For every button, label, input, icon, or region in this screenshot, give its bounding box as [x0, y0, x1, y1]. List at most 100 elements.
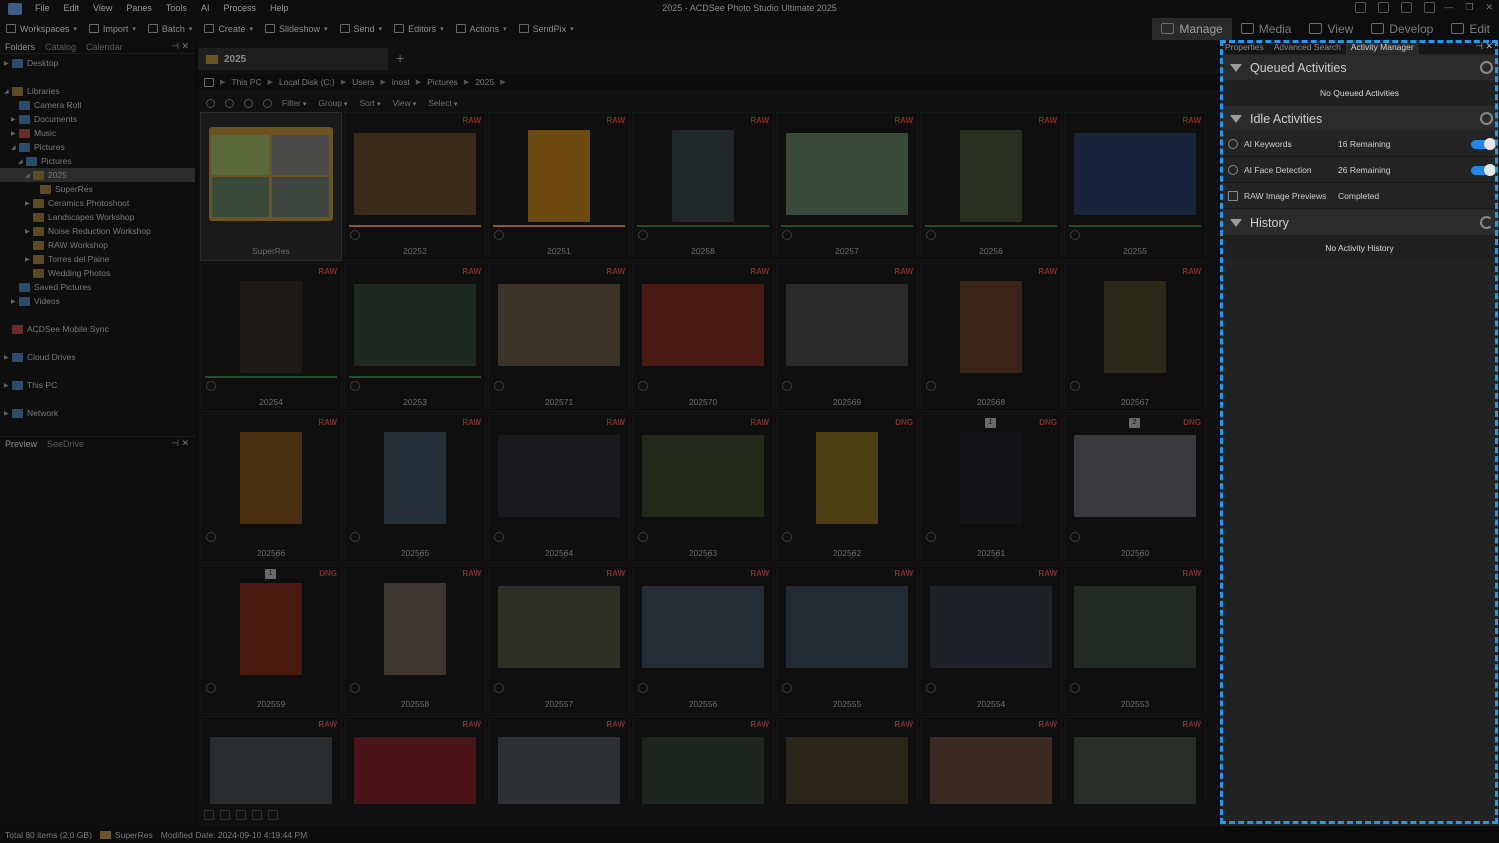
thumbnail-tile[interactable]: RAW 202564	[488, 414, 630, 563]
thumbnail-tile[interactable]: RAW 202555	[776, 565, 918, 714]
tree-item-wedding-photos[interactable]: Wedding Photos	[0, 266, 195, 280]
select-checkbox-icon[interactable]	[926, 381, 936, 391]
thumbnail-tile[interactable]: RAW	[632, 716, 774, 804]
tree-item-network[interactable]: ▶ Network	[0, 406, 195, 420]
breadcrumb-this-pc[interactable]: This PC	[231, 77, 261, 87]
select-checkbox-icon[interactable]	[350, 532, 360, 542]
tab-calendar[interactable]: Calendar	[81, 40, 128, 54]
tree-item-libraries[interactable]: ◢ Libraries	[0, 84, 195, 98]
tab-properties[interactable]: Properties	[1220, 40, 1269, 54]
expand-arrow-icon[interactable]: ◢	[25, 172, 33, 179]
tree-item-documents[interactable]: ▶ Documents	[0, 112, 195, 126]
history-header[interactable]: History	[1220, 210, 1499, 235]
pane-pin-close-icon[interactable]: ⊣ ✕	[171, 41, 189, 52]
thumbnail-tile[interactable]: RAW 20257	[776, 112, 918, 261]
tree-item-noise-reduction-workshop[interactable]: ▶ Noise Reduction Workshop	[0, 224, 195, 238]
expand-arrow-icon[interactable]: ◢	[11, 144, 19, 151]
select-checkbox-icon[interactable]	[494, 532, 504, 542]
up-icon[interactable]	[263, 98, 272, 108]
rotate-right-icon[interactable]	[236, 810, 246, 820]
select-checkbox-icon[interactable]	[494, 230, 504, 240]
tree-item-cloud-drives[interactable]: ▶ Cloud Drives	[0, 350, 195, 364]
thumbnail-tile[interactable]: RAW 202554	[920, 565, 1062, 714]
thumbnail-tile[interactable]: RAW	[1064, 716, 1206, 804]
toolbar-slideshow-button[interactable]: Slideshow ▾	[259, 24, 334, 34]
doc-tab-2025[interactable]: 2025	[198, 48, 388, 70]
tree-item-torres-del-paine[interactable]: ▶ Torres del Paine	[0, 252, 195, 266]
select-checkbox-icon[interactable]	[782, 381, 792, 391]
select-checkbox-icon[interactable]	[638, 683, 648, 693]
breadcrumb-inost[interactable]: inost	[392, 77, 410, 87]
filter-filter-menu[interactable]: Filter ▾	[282, 98, 306, 108]
select-checkbox-icon[interactable]	[1070, 683, 1080, 693]
tab-catalog[interactable]: Catalog	[40, 40, 81, 54]
select-checkbox-icon[interactable]	[782, 683, 792, 693]
select-checkbox-icon[interactable]	[1070, 532, 1080, 542]
thumbnail-tile[interactable]: RAW	[344, 716, 486, 804]
thumbnail-tile[interactable]: RAW 202565	[344, 414, 486, 563]
tree-item-music[interactable]: ▶ Music	[0, 126, 195, 140]
filter-group-menu[interactable]: Group ▾	[318, 98, 347, 108]
idle-activities-header[interactable]: Idle Activities	[1220, 106, 1499, 131]
expand-arrow-icon[interactable]: ▶	[4, 354, 12, 361]
toolbar-sendpix-button[interactable]: SendPix ▾	[513, 24, 580, 34]
close-window-icon[interactable]: ✕	[1485, 2, 1493, 13]
thumbnail-tile[interactable]: RAW 202557	[488, 565, 630, 714]
thumbnail-tile[interactable]: RAW 202556	[632, 565, 774, 714]
filter-select-menu[interactable]: Select ▾	[428, 98, 457, 108]
select-checkbox-icon[interactable]	[206, 532, 216, 542]
tab-seedrive[interactable]: SeeDrive	[42, 437, 89, 450]
panel-icon[interactable]	[1401, 2, 1412, 13]
gear-icon[interactable]	[1480, 112, 1493, 125]
thumbnail-tile[interactable]: RAW 20252	[344, 112, 486, 261]
select-checkbox-icon[interactable]	[782, 230, 792, 240]
tree-item-videos[interactable]: ▶ Videos	[0, 294, 195, 308]
select-checkbox-icon[interactable]	[926, 230, 936, 240]
thumbnail-tile[interactable]: RAW 20254	[200, 263, 342, 412]
tree-item-saved-pictures[interactable]: Saved Pictures	[0, 280, 195, 294]
toolbar-create-button[interactable]: Create ▾	[198, 24, 259, 34]
select-checkbox-icon[interactable]	[638, 381, 648, 391]
select-checkbox-icon[interactable]	[494, 683, 504, 693]
thumbnail-tile[interactable]: RAW 20255	[1064, 112, 1206, 261]
expand-arrow-icon[interactable]: ▶	[11, 116, 19, 123]
filter-view-menu[interactable]: View ▾	[393, 98, 417, 108]
thumbnail-tile[interactable]: RAW 202568	[920, 263, 1062, 412]
tree-item-superres[interactable]: SuperRes	[0, 182, 195, 196]
expand-arrow-icon[interactable]: ◢	[18, 158, 26, 165]
tree-item-raw-workshop[interactable]: RAW Workshop	[0, 238, 195, 252]
select-checkbox-icon[interactable]	[206, 683, 216, 693]
right-pane-pin-close-icon[interactable]: ⊣ ✕	[1475, 41, 1493, 52]
select-all-icon[interactable]	[204, 810, 214, 820]
select-checkbox-icon[interactable]	[1070, 230, 1080, 240]
minimize-icon[interactable]: —	[1444, 2, 1453, 13]
thumbnail-tile[interactable]: RAW 20258	[632, 112, 774, 261]
menu-help[interactable]: Help	[263, 0, 296, 17]
select-checkbox-icon[interactable]	[638, 532, 648, 542]
tree-item-acdsee-mobile-sync[interactable]: ACDSee Mobile Sync	[0, 322, 195, 336]
thumbnail-tile[interactable]: RAW 202566	[200, 414, 342, 563]
mode-view-button[interactable]: View	[1300, 18, 1362, 40]
menu-process[interactable]: Process	[216, 0, 263, 17]
select-checkbox-icon[interactable]	[1070, 381, 1080, 391]
menu-file[interactable]: File	[28, 0, 57, 17]
tab-folders[interactable]: Folders	[0, 40, 40, 54]
select-checkbox-icon[interactable]	[350, 230, 360, 240]
breadcrumb-local-disk-c[interactable]: Local Disk (C:)	[279, 77, 335, 87]
tab-preview[interactable]: Preview	[0, 437, 42, 450]
thumbnail-tile[interactable]: RAW 202558	[344, 565, 486, 714]
thumbnail-tile[interactable]: RAW 202570	[632, 263, 774, 412]
tab-activity-manager[interactable]: Activity Manager	[1345, 40, 1419, 54]
restore-icon[interactable]: ❐	[1465, 2, 1473, 13]
menu-ai[interactable]: AI	[194, 0, 217, 17]
select-checkbox-icon[interactable]	[494, 381, 504, 391]
select-checkbox-icon[interactable]	[206, 381, 216, 391]
thumbnail-tile[interactable]: DNG 2 202560	[1064, 414, 1206, 563]
toolbar-actions-button[interactable]: Actions ▾	[450, 24, 513, 34]
thumbnail-tile[interactable]: RAW 20253	[344, 263, 486, 412]
thumbnail-tile[interactable]: RAW	[776, 716, 918, 804]
thumbnail-tile[interactable]: RAW 202567	[1064, 263, 1206, 412]
breadcrumb-pictures[interactable]: Pictures	[427, 77, 458, 87]
tree-item-pictures[interactable]: ◢ Pictures	[0, 140, 195, 154]
menu-tools[interactable]: Tools	[159, 0, 194, 17]
